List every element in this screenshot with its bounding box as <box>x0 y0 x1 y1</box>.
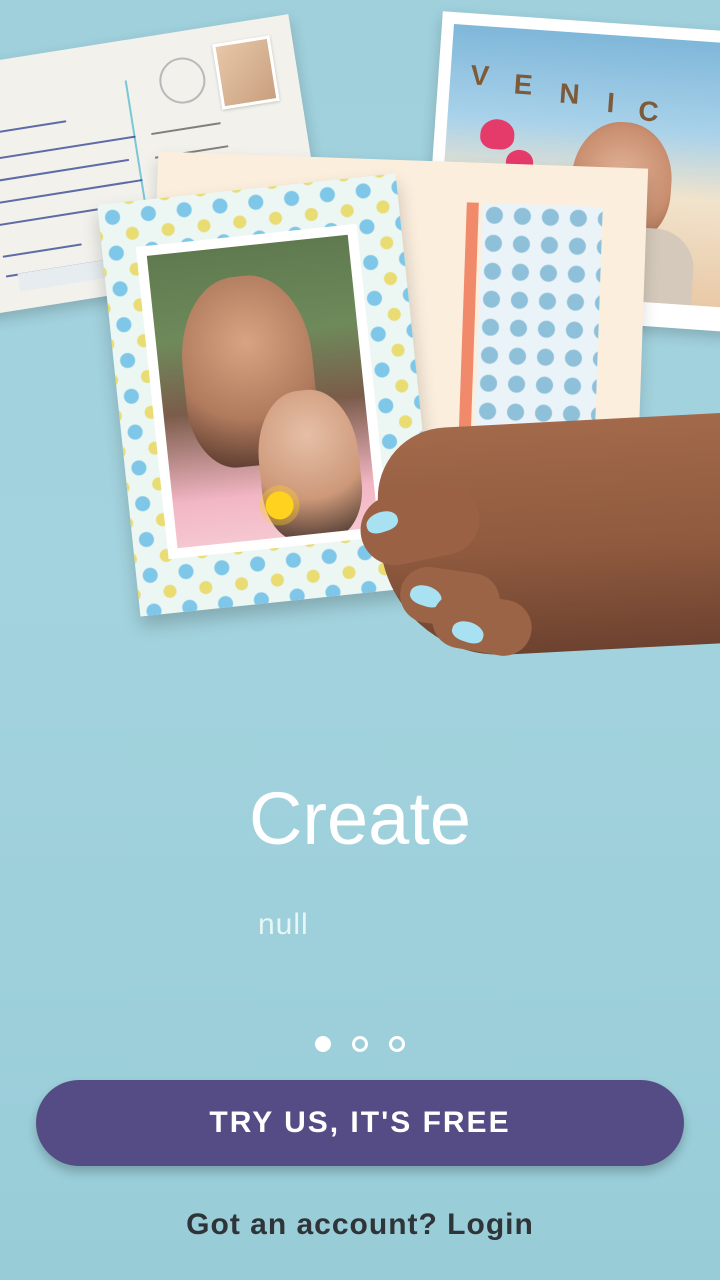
try-free-button[interactable]: TRY US, IT'S FREE <box>36 1080 684 1166</box>
hero-illustration: V E N I C <box>0 0 720 720</box>
venice-letters: V E N I C <box>469 59 660 128</box>
stamp-photo <box>212 35 280 110</box>
subtitle-area <box>54 906 666 970</box>
pager-dots <box>0 1034 720 1056</box>
postmark-icon <box>156 54 209 107</box>
handwriting-line <box>0 120 67 136</box>
handwriting-line <box>0 207 107 227</box>
handwriting-line <box>0 179 143 205</box>
page-title: Create <box>248 777 472 860</box>
mother-daughter-photo <box>146 234 379 549</box>
pager-dot[interactable] <box>352 1036 368 1052</box>
daughter-figure <box>251 385 368 545</box>
login-link[interactable]: Got an account? Login <box>0 1208 720 1242</box>
subtitle-text: null <box>258 908 309 941</box>
heart-icon <box>479 118 516 151</box>
pager-dot[interactable] <box>389 1036 405 1052</box>
handwriting-line <box>0 158 130 183</box>
pager-dot-active[interactable] <box>315 1036 331 1052</box>
handwriting-line <box>0 135 136 162</box>
try-free-button-label: TRY US, IT'S FREE <box>209 1106 511 1139</box>
handwriting-line <box>2 243 82 258</box>
card-photo-frame <box>135 223 390 560</box>
address-line <box>151 122 221 136</box>
